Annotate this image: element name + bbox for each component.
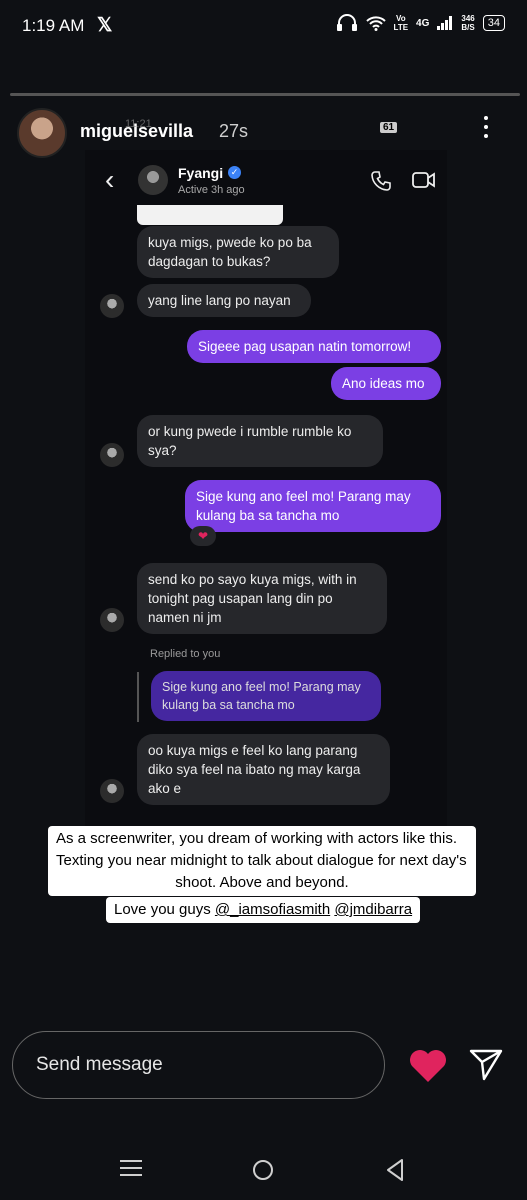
home-icon[interactable] [253, 1160, 273, 1180]
reply-quote: Sige kung ano feel mo! Parang may kulang… [151, 671, 381, 721]
mention-link[interactable]: @_iamsofiasmith [215, 901, 330, 918]
contact-active-status: Active 3h ago [178, 184, 245, 196]
wifi-icon [365, 16, 386, 31]
net-speed: 346 B/S [461, 14, 475, 32]
headphones-icon [336, 14, 357, 31]
message-bubble: Sigeee pag usapan natin tomorrow! [187, 330, 441, 363]
heart-icon[interactable] [408, 1046, 448, 1084]
back-nav-icon[interactable] [385, 1158, 405, 1182]
avatar[interactable] [17, 108, 67, 158]
verified-badge-icon: ✓ [228, 166, 241, 179]
x-app-icon: 𝕏 [97, 15, 113, 36]
sender-avatar [100, 294, 124, 318]
message-bubble: send ko po sayo kuya migs, with in tonig… [137, 563, 387, 634]
sender-avatar [100, 608, 124, 632]
reply-indicator [137, 672, 139, 722]
message-bubble: or kung pwede i rumble rumble ko sya? [137, 415, 383, 467]
story-caption-mentions: Love you guys @_iamsofiasmith @jmdibarra [106, 897, 421, 923]
message-bubble: oo kuya migs e feel ko lang parang diko … [137, 734, 390, 805]
video-call-icon [412, 172, 435, 188]
replied-label: Replied to you [150, 648, 221, 660]
message-bubble: yang line lang po nayan [137, 284, 311, 317]
volte-indicator: Vo LTE [393, 14, 409, 32]
message-bubble: Ano ideas mo [331, 367, 441, 400]
mention-link[interactable]: @jmdibarra [334, 901, 412, 918]
more-options-icon[interactable] [482, 116, 490, 143]
back-icon: ‹ [105, 164, 115, 195]
story-progress-bar [10, 93, 520, 96]
phone-icon [371, 171, 391, 191]
sender-avatar [100, 443, 124, 467]
signal-icon [437, 16, 453, 30]
send-icon[interactable] [468, 1048, 504, 1082]
story-time-ago: 27s [219, 121, 249, 141]
sender-avatar [100, 779, 124, 803]
heart-reaction-icon: ❤ [190, 526, 216, 546]
story-caption: As a screenwriter, you dream of working … [48, 826, 476, 896]
network-type: 4G [416, 17, 430, 29]
contact-avatar [138, 165, 168, 195]
status-time: 1:19 AM [22, 16, 85, 35]
recent-apps-icon[interactable] [120, 1160, 142, 1181]
message-bubble: Sige kung ano feel mo! Parang may kulang… [185, 480, 441, 532]
send-message-placeholder: Send message [36, 1054, 163, 1075]
ghost-battery-badge: 61 [380, 122, 398, 133]
status-icons: Vo LTE 4G 346 B/S 34 [336, 14, 505, 32]
ghost-status-time: 11:21 [125, 118, 152, 130]
battery-indicator: 34 [482, 15, 505, 31]
image-preview [137, 205, 283, 225]
message-bubble: kuya migs, pwede ko po ba dagdagan to bu… [137, 226, 339, 278]
contact-name: Fyangi [178, 165, 224, 181]
